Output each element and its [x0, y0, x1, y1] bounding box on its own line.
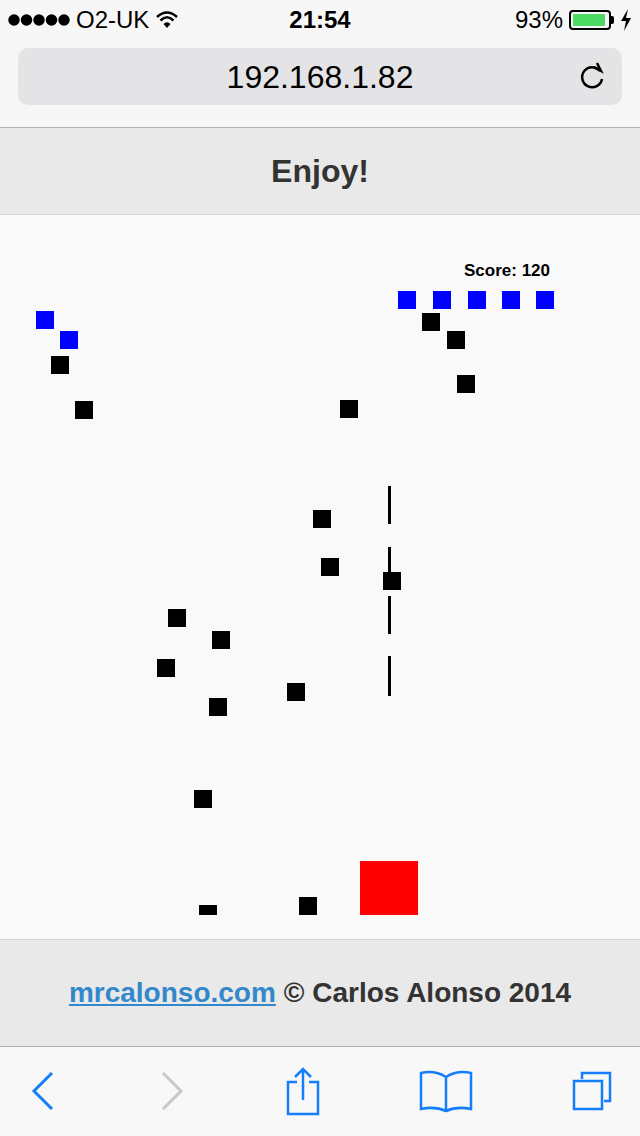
enemy-square — [321, 558, 339, 576]
url[interactable]: 192.168.1.82 — [227, 53, 414, 101]
bookmarks-icon[interactable] — [419, 1069, 473, 1113]
enemy-square — [299, 897, 317, 915]
battery-group: 93% — [424, 2, 632, 38]
game-canvas[interactable]: Score: 120 — [0, 215, 640, 915]
player-square[interactable] — [360, 861, 418, 915]
enemy-square — [212, 631, 230, 649]
browser-toolbar — [0, 1046, 640, 1135]
enemy-square — [433, 291, 451, 309]
enemy-square — [51, 356, 69, 374]
score: Score: 120 — [464, 262, 550, 279]
site-link[interactable]: mrcalonso.com — [69, 972, 276, 1014]
enemy-square — [383, 572, 401, 590]
battery-percent: 93% — [515, 2, 563, 38]
enemy-square — [75, 401, 93, 419]
charging-icon — [620, 9, 632, 31]
enemy-square — [536, 291, 554, 309]
enemy-square — [287, 683, 305, 701]
carrier: O2-UK — [76, 2, 149, 38]
signal-icon — [8, 13, 70, 27]
enemy-square — [194, 790, 212, 808]
back-icon[interactable] — [28, 1069, 58, 1113]
status-bar: O2-UK 21:54 93% — [0, 0, 640, 40]
enemy-square — [422, 313, 440, 331]
enemy-square — [36, 311, 54, 329]
wifi-icon — [155, 10, 179, 30]
page-footer: mrcalonso.com © Carlos Alonso 2014 — [0, 939, 640, 1046]
header-title: Enjoy! — [271, 147, 369, 195]
page-header: Enjoy! — [0, 128, 640, 215]
enemy-square — [199, 905, 217, 915]
enemy-square — [313, 510, 331, 528]
enemy-square — [157, 659, 175, 677]
enemy-square — [457, 375, 475, 393]
battery-fill — [573, 14, 605, 26]
share-icon[interactable] — [286, 1066, 320, 1116]
copyright: © Carlos Alonso 2014 — [284, 972, 571, 1014]
enemy-square — [60, 331, 78, 349]
enemy-square — [209, 698, 227, 716]
forward-icon[interactable] — [157, 1069, 187, 1113]
tabs-icon[interactable] — [572, 1071, 612, 1111]
battery-icon — [569, 10, 611, 30]
enemy-square — [447, 331, 465, 349]
reload-icon[interactable] — [578, 62, 606, 92]
page: O2-UK 21:54 93% 192.168.1.82 Enjoy! — [0, 0, 640, 1136]
signal-dots — [8, 13, 70, 27]
enemy-square — [340, 400, 358, 418]
bullet — [388, 656, 391, 696]
enemy-square — [398, 291, 416, 309]
carrier-group: O2-UK — [8, 2, 216, 38]
enemy-square — [468, 291, 486, 309]
address-bar: 192.168.1.82 — [0, 40, 640, 128]
bullet — [388, 596, 391, 634]
clock: 21:54 — [289, 2, 350, 38]
enemy-square — [168, 609, 186, 627]
bullet — [388, 486, 391, 524]
url-field[interactable]: 192.168.1.82 — [18, 48, 622, 105]
enemy-square — [502, 291, 520, 309]
